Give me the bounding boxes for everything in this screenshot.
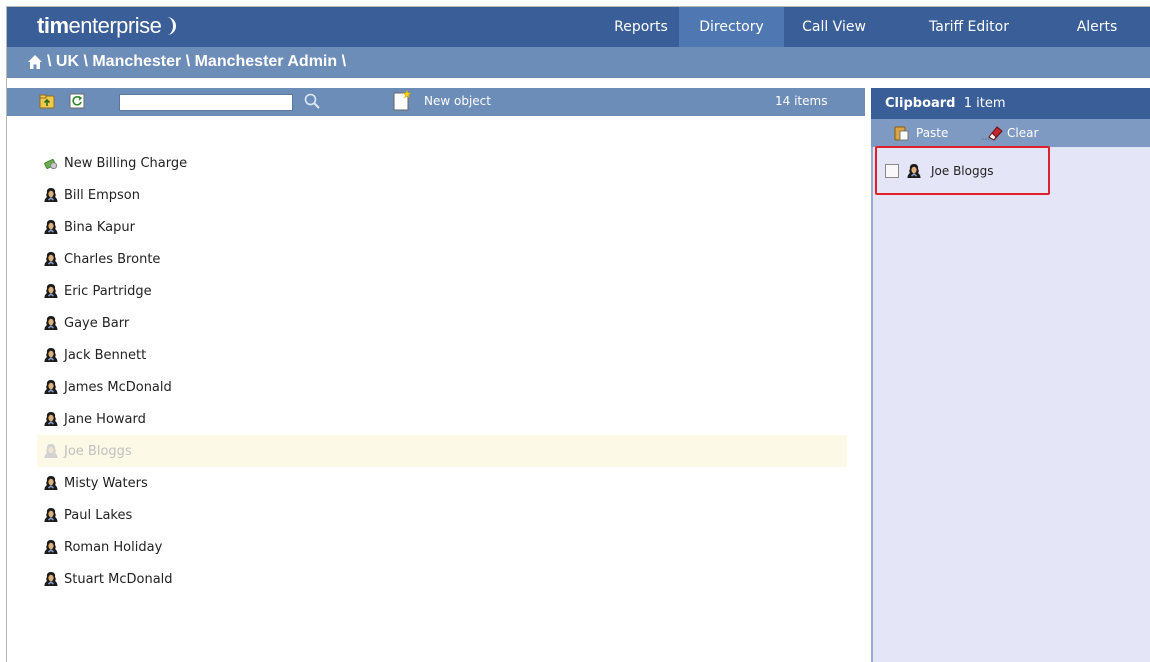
- clipboard-title-text: Clipboard: [885, 96, 956, 111]
- list-item-label: Charles Bronte: [64, 251, 161, 267]
- paste-label: Paste: [916, 126, 949, 140]
- item-count: 14 items: [775, 94, 828, 108]
- nav-tab-label: Tariff Editor: [929, 19, 1009, 35]
- new-object-button[interactable]: New object: [424, 94, 491, 108]
- person-icon: [44, 348, 58, 362]
- brand-logo: timenterprise: [37, 13, 177, 39]
- nav-tab-alerts[interactable]: Alerts: [1054, 7, 1140, 47]
- nav-tab-reports[interactable]: Reports: [603, 7, 679, 47]
- directory-list: New Billing Charge Bill Empson Bina Kapu…: [37, 147, 847, 595]
- top-navigation-bar: timenterprise Reports Directory Call Vie…: [7, 7, 1150, 47]
- list-item[interactable]: James McDonald: [37, 371, 847, 403]
- person-icon: [44, 220, 58, 234]
- person-icon: [44, 444, 58, 458]
- nav-tab-call-view[interactable]: Call View: [784, 7, 884, 47]
- list-item[interactable]: Gaye Barr: [37, 307, 847, 339]
- home-icon[interactable]: [27, 54, 43, 70]
- list-item[interactable]: Jane Howard: [37, 403, 847, 435]
- list-item-label: Bill Empson: [64, 187, 140, 203]
- list-item-label: James McDonald: [64, 379, 172, 395]
- brand-rest: enterprise: [68, 13, 162, 38]
- list-item-label: New Billing Charge: [64, 155, 188, 171]
- clear-button[interactable]: Clear: [981, 125, 1038, 141]
- list-item[interactable]: Misty Waters: [37, 467, 847, 499]
- person-icon: [44, 188, 58, 202]
- clipboard-title: Clipboard 1 item: [885, 96, 1006, 111]
- nav-tab-directory[interactable]: Directory: [679, 7, 784, 47]
- person-icon: [44, 508, 58, 522]
- list-item-label: Roman Holiday: [64, 539, 163, 555]
- person-icon: [44, 476, 58, 490]
- person-icon: [44, 284, 58, 298]
- list-item[interactable]: New Billing Charge: [37, 147, 847, 179]
- nav-tab-label: Reports: [614, 19, 668, 35]
- list-item-label: Gaye Barr: [64, 315, 130, 331]
- person-icon: [44, 380, 58, 394]
- list-item-label: Misty Waters: [64, 475, 148, 491]
- list-item-label: Paul Lakes: [64, 507, 133, 523]
- clipboard-actions: Paste Clear: [871, 119, 1150, 147]
- clipboard-count: 1 item: [963, 96, 1006, 111]
- folder-up-icon[interactable]: [39, 93, 55, 109]
- nav-tab-label: Alerts: [1076, 19, 1118, 35]
- paste-icon: [894, 126, 909, 141]
- billing-charge-icon: [44, 158, 58, 170]
- list-item-label: Jane Howard: [64, 411, 146, 427]
- new-object-icon[interactable]: [392, 89, 412, 111]
- list-item[interactable]: Roman Holiday: [37, 531, 847, 563]
- person-icon: [44, 316, 58, 330]
- breadcrumb-path[interactable]: \ UK \ Manchester \ Manchester Admin \: [47, 53, 346, 71]
- app-frame: timenterprise Reports Directory Call Vie…: [6, 6, 1150, 662]
- list-item-cut[interactable]: Joe Bloggs: [37, 435, 847, 467]
- search-input[interactable]: [119, 94, 293, 111]
- list-item[interactable]: Bina Kapur: [37, 211, 847, 243]
- breadcrumb: \ UK \ Manchester \ Manchester Admin \: [7, 47, 1150, 78]
- list-item[interactable]: Charles Bronte: [37, 243, 847, 275]
- paste-button[interactable]: Paste: [893, 125, 948, 141]
- list-item-label: Bina Kapur: [64, 219, 135, 235]
- brand-bold: tim: [37, 13, 69, 38]
- nav-tab-tariff-editor[interactable]: Tariff Editor: [884, 7, 1054, 47]
- list-item[interactable]: Stuart McDonald: [37, 563, 847, 595]
- highlight-box: [875, 146, 1050, 195]
- clipboard-header: Clipboard 1 item: [871, 88, 1150, 119]
- brand-swoosh-icon: [163, 17, 177, 35]
- person-icon: [44, 540, 58, 554]
- list-item-label: Stuart McDonald: [64, 571, 173, 587]
- list-item-label: Joe Bloggs: [64, 443, 132, 459]
- eraser-icon: [982, 126, 1003, 141]
- person-icon: [44, 572, 58, 586]
- list-item[interactable]: Jack Bennett: [37, 339, 847, 371]
- person-icon: [44, 252, 58, 266]
- list-item[interactable]: Eric Partridge: [37, 275, 847, 307]
- list-item[interactable]: Paul Lakes: [37, 499, 847, 531]
- person-icon: [44, 412, 58, 426]
- list-item-label: Jack Bennett: [64, 347, 147, 363]
- refresh-icon[interactable]: [69, 93, 85, 109]
- nav-tab-label: Call View: [802, 19, 866, 35]
- clear-label: Clear: [1007, 126, 1039, 140]
- nav-tab-label: Directory: [699, 19, 764, 35]
- list-item[interactable]: Bill Empson: [37, 179, 847, 211]
- list-item-label: Eric Partridge: [64, 283, 152, 299]
- clipboard-panel: Joe Bloggs: [871, 147, 1150, 662]
- directory-toolbar: New object 14 items: [7, 88, 865, 116]
- search-icon[interactable]: [303, 92, 321, 110]
